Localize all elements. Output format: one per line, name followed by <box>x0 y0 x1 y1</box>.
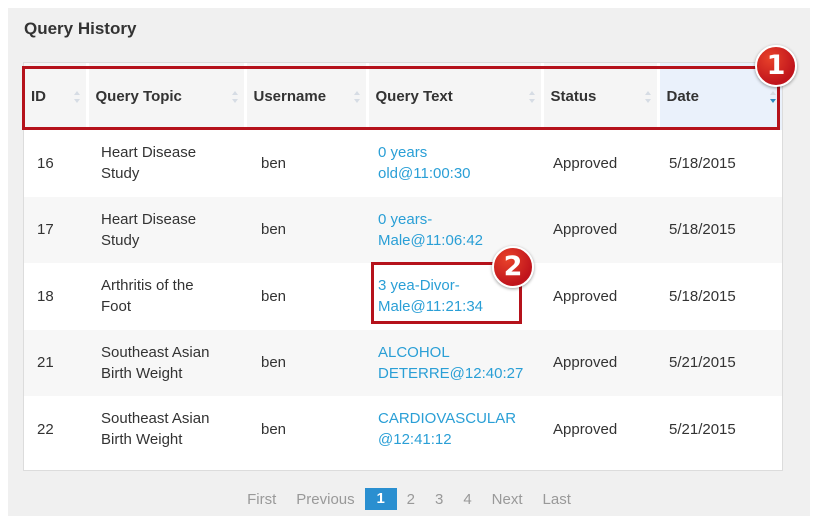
pagination-first[interactable]: First <box>237 491 286 508</box>
sort-icon[interactable] <box>528 90 535 103</box>
cell-date-text: 5/18/2015 <box>669 287 736 305</box>
cell-date-text: 5/21/2015 <box>669 354 736 372</box>
cell-date: 5/21/2015 <box>658 396 782 463</box>
column-header-label: Status <box>550 88 597 105</box>
cell-query-topic-text: Heart Disease Study <box>101 210 197 249</box>
cell-id-text: 16 <box>37 154 54 172</box>
column-header-username[interactable]: Username <box>245 63 369 130</box>
pagination-page-3[interactable]: 3 <box>425 491 453 508</box>
query-text-link[interactable]: 3 yea-Divor- Male@11:21:34 <box>378 277 483 315</box>
pagination-page-4[interactable]: 4 <box>453 491 481 508</box>
cell-date: 5/18/2015 <box>658 197 782 264</box>
sort-icon[interactable] <box>231 90 238 103</box>
cell-query-text: ALCOHOL DETERRE@12:40:27 <box>367 330 542 397</box>
cell-status-text: Approved <box>553 221 618 239</box>
cell-query-topic: Southeast Asian Birth Weight <box>87 330 245 397</box>
query-text-link[interactable]: 0 years- Male@11:06:42 <box>378 211 483 249</box>
sort-descending-icon[interactable] <box>770 90 776 103</box>
table-row: 18 Arthritis of the Foot ben 3 yea-Divor- M… <box>24 263 782 330</box>
pagination-last[interactable]: Last <box>533 491 581 508</box>
pagination-next[interactable]: Next <box>482 491 533 508</box>
cell-query-topic-text: Heart Disease Study <box>101 144 197 183</box>
column-header-label: Date <box>666 88 700 105</box>
pagination-page-1[interactable]: 1 <box>364 488 397 510</box>
pagination: First Previous 1 2 3 4 Next Last <box>0 486 818 512</box>
pagination-page-2[interactable]: 2 <box>397 491 425 508</box>
cell-username-text: ben <box>261 154 287 172</box>
cell-id-text: 17 <box>37 221 54 239</box>
cell-date-text: 5/21/2015 <box>669 420 736 438</box>
cell-id: 17 <box>24 197 87 264</box>
query-text-link[interactable]: 0 years old@11:00:30 <box>378 144 471 182</box>
cell-date: 5/21/2015 <box>658 330 782 397</box>
cell-username: ben <box>245 130 367 197</box>
panel-title: Query History <box>24 19 137 38</box>
cell-status-text: Approved <box>553 287 618 305</box>
query-history-table: ID Query Topic Username Query Text Statu… <box>23 62 783 471</box>
cell-query-text: 0 years old@11:00:30 <box>367 130 542 197</box>
column-header-query-topic[interactable]: Query Topic <box>87 63 247 130</box>
query-history-panel: Query History ID Query Topic Username Qu… <box>8 8 810 516</box>
sort-icon[interactable] <box>73 90 80 103</box>
column-header-label: Query Text <box>375 88 453 105</box>
cell-id: 22 <box>24 396 87 463</box>
cell-username: ben <box>245 263 367 330</box>
table-row: 16 Heart Disease Study ben 0 years old@11:0… <box>24 130 782 197</box>
cell-id: 18 <box>24 263 87 330</box>
pagination-previous[interactable]: Previous <box>286 491 364 508</box>
table-row: 22 Southeast Asian Birth Weight ben CARDIOV… <box>24 396 782 463</box>
column-header-status[interactable]: Status <box>542 63 660 130</box>
cell-id-text: 21 <box>37 354 54 372</box>
cell-query-topic: Southeast Asian Birth Weight <box>87 396 245 463</box>
cell-status-text: Approved <box>553 420 618 438</box>
cell-id-text: 22 <box>37 420 54 438</box>
cell-status: Approved <box>542 130 658 197</box>
cell-username: ben <box>245 197 367 264</box>
cell-date: 5/18/2015 <box>658 263 782 330</box>
cell-query-topic-text: Arthritis of the Foot <box>101 277 194 316</box>
cell-status: Approved <box>542 197 658 264</box>
cell-status-text: Approved <box>553 154 618 172</box>
cell-id: 21 <box>24 330 87 397</box>
cell-username-text: ben <box>261 354 287 372</box>
cell-date-text: 5/18/2015 <box>669 154 736 172</box>
table-row: 17 Heart Disease Study ben 0 years- Male@11… <box>24 196 782 264</box>
cell-query-topic: Heart Disease Study <box>87 197 245 264</box>
cell-status: Approved <box>542 396 658 463</box>
table-header-row: ID Query Topic Username Query Text Statu… <box>24 63 782 130</box>
cell-username-text: ben <box>261 287 287 305</box>
query-text-link[interactable]: ALCOHOL DETERRE@12:40:27 <box>378 344 523 382</box>
cell-query-text: CARDIOVASCULAR @12:41:12 <box>367 396 542 463</box>
cell-query-topic: Heart Disease Study <box>87 130 245 197</box>
cell-username: ben <box>245 330 367 397</box>
cell-id: 16 <box>24 130 87 197</box>
column-header-label: Username <box>253 88 327 105</box>
sort-icon[interactable] <box>644 90 651 103</box>
query-text-link[interactable]: CARDIOVASCULAR @12:41:12 <box>378 410 516 448</box>
cell-username: ben <box>245 396 367 463</box>
cell-query-topic-text: Southeast Asian Birth Weight <box>101 410 210 449</box>
column-header-label: ID <box>31 88 46 105</box>
cell-date-text: 5/18/2015 <box>669 221 736 239</box>
cell-id-text: 18 <box>37 287 54 305</box>
callout-marker-1: 1 <box>755 45 797 87</box>
cell-status-text: Approved <box>553 354 618 372</box>
column-header-id[interactable]: ID <box>24 63 89 130</box>
cell-date: 5/18/2015 <box>658 130 782 197</box>
query-table: ID Query Topic Username Query Text Statu… <box>24 63 782 463</box>
column-header-label: Query Topic <box>95 88 182 105</box>
cell-status: Approved <box>542 330 658 397</box>
table-row: 21 Southeast Asian Birth Weight ben ALCOHOL… <box>24 329 782 397</box>
sort-icon[interactable] <box>353 90 360 103</box>
callout-marker-2: 2 <box>492 246 534 288</box>
column-header-query-text[interactable]: Query Text <box>367 63 544 130</box>
cell-status: Approved <box>542 263 658 330</box>
cell-username-text: ben <box>261 420 287 438</box>
cell-query-topic: Arthritis of the Foot <box>87 263 245 330</box>
cell-query-topic-text: Southeast Asian Birth Weight <box>101 343 210 382</box>
cell-username-text: ben <box>261 221 287 239</box>
